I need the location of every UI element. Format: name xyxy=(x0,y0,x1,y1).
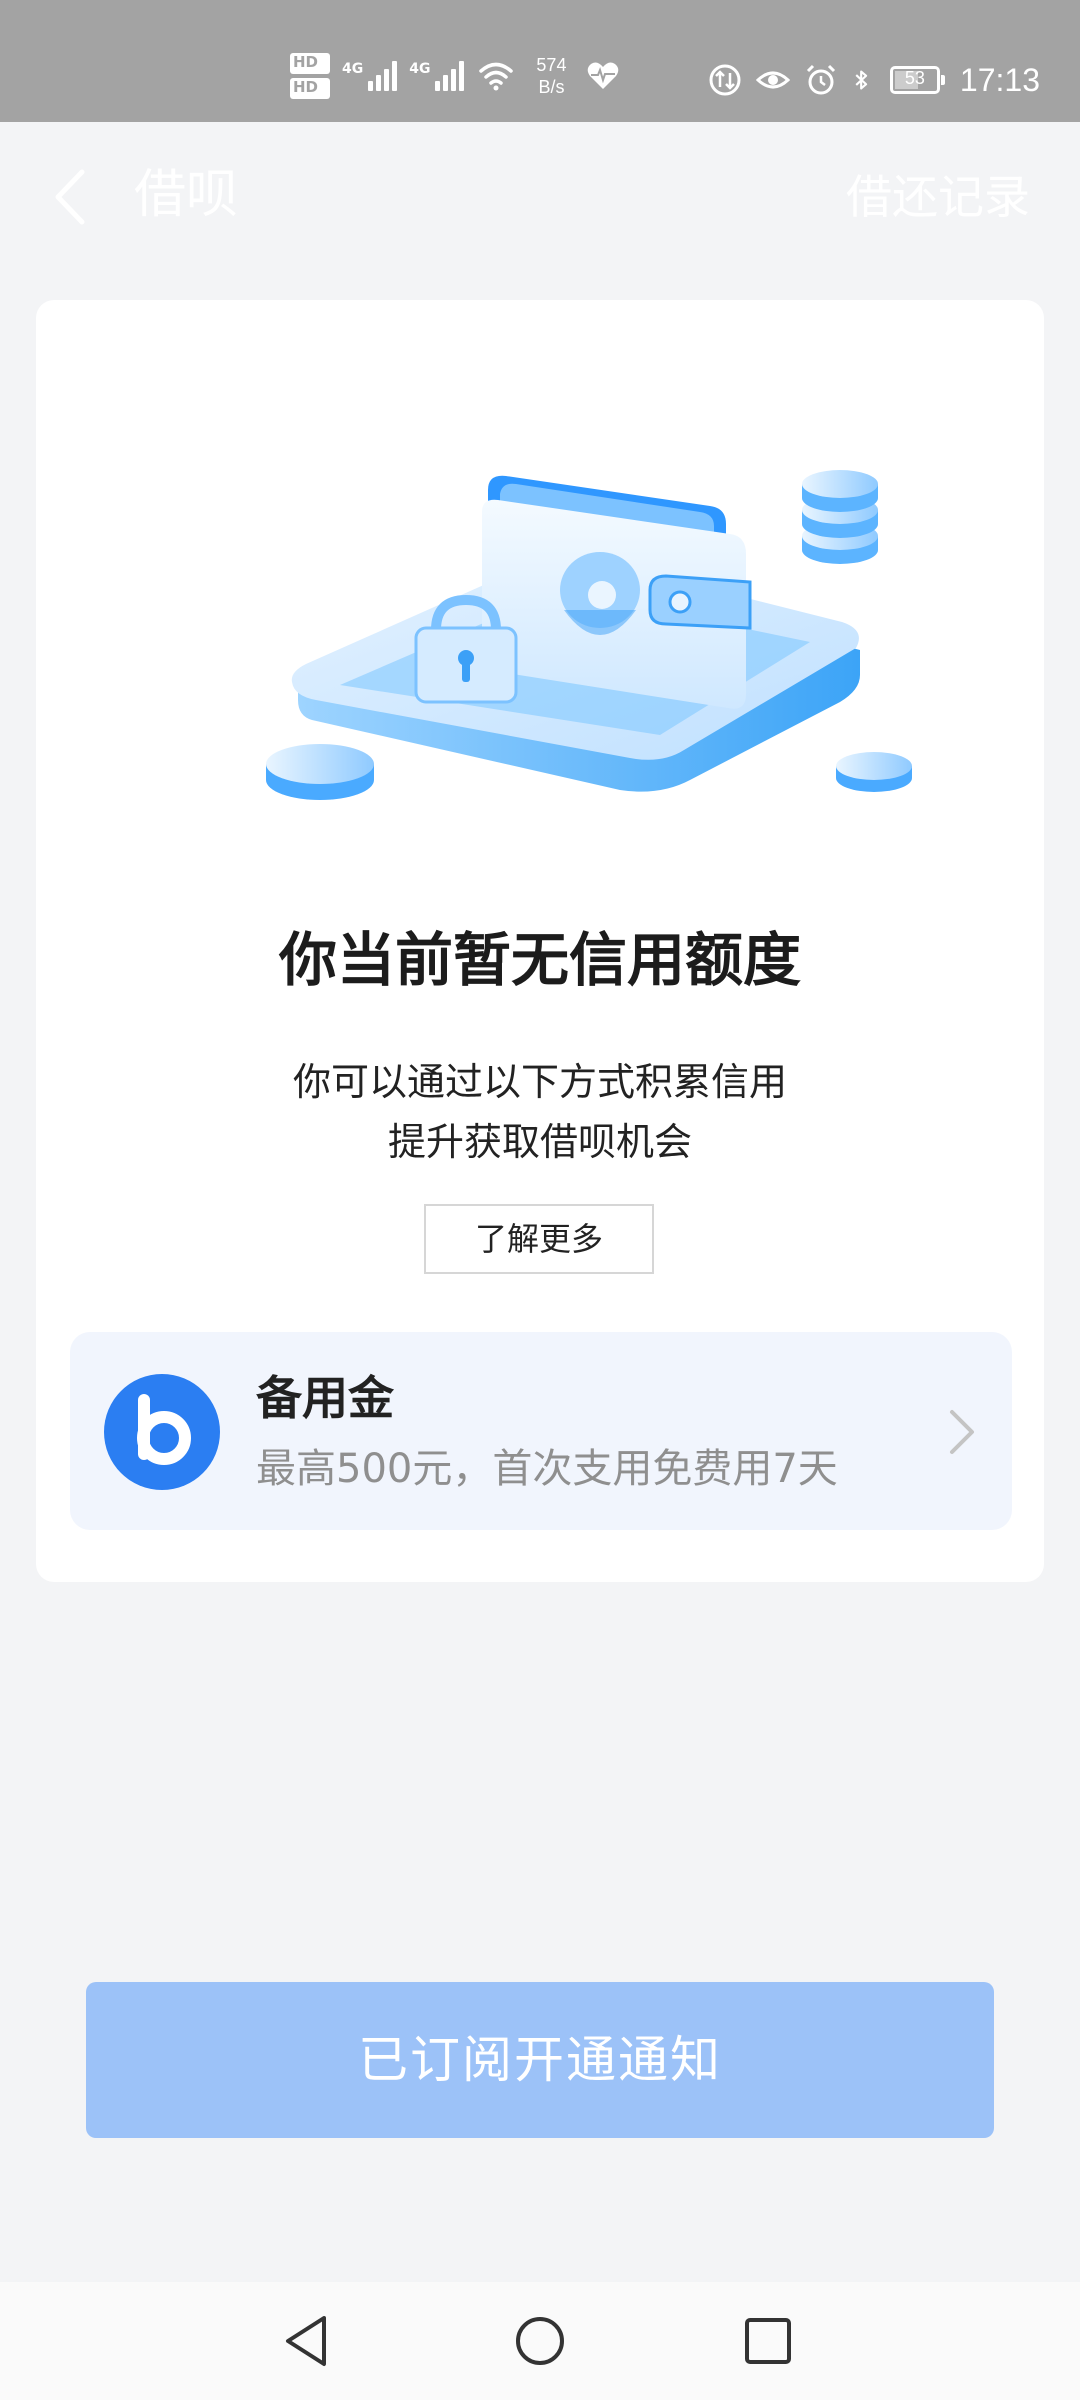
status-right-group: 53 17:13 xyxy=(708,56,1040,104)
chevron-left-icon xyxy=(55,169,85,225)
reserve-fund-b-icon xyxy=(137,1394,191,1465)
health-heart-icon xyxy=(588,62,619,89)
alarm-icon xyxy=(806,64,835,95)
signal-icon-sim2: 4G xyxy=(409,61,465,91)
wifi-icon xyxy=(479,62,514,91)
nav-recents-icon[interactable] xyxy=(733,2306,803,2376)
network-speed: 574 B/s xyxy=(536,55,567,97)
bluetooth-icon xyxy=(855,70,868,90)
nav-back-icon[interactable] xyxy=(272,2306,342,2376)
wallet-illustration xyxy=(266,470,912,800)
status-bar: HD 1 HD 2 4G 4G 574 B/s 53 17:13 xyxy=(0,0,1080,122)
chevron-right-icon xyxy=(950,1410,974,1454)
status-left-group: HD 1 HD 2 4G 4G 574 B/s xyxy=(290,44,620,108)
subscribed-notification-button[interactable]: 已订阅开通通知 xyxy=(86,1982,994,2138)
reserve-fund-subtitle: 最高500元，首次支用免费用7天 xyxy=(256,1446,838,1492)
no-credit-heading: 你当前暂无信用额度 xyxy=(278,926,801,994)
battery-icon: 53 xyxy=(889,66,945,94)
hd-indicator-1: HD 1 xyxy=(290,53,330,74)
reserve-fund-entry[interactable]: 备用金 最高500元，首次支用免费用7天 xyxy=(70,1332,1012,1530)
reserve-fund-logo xyxy=(104,1374,220,1490)
status-time: 17:13 xyxy=(959,61,1040,98)
credit-description: 你可以通过以下方式积累信用 提升获取借呗机会 xyxy=(36,1052,1044,1172)
description-line-2: 提升获取借呗机会 xyxy=(387,1120,692,1164)
data-saver-icon xyxy=(709,64,741,96)
hd-indicators: HD 1 HD 2 xyxy=(290,53,330,99)
nav-home-icon[interactable] xyxy=(505,2306,575,2376)
back-button[interactable] xyxy=(44,164,94,230)
learn-more-button[interactable]: 了解更多 xyxy=(424,1204,654,1274)
borrow-repay-records-link[interactable]: 借还记录 xyxy=(846,162,1030,232)
reserve-fund-title: 备用金 xyxy=(256,1371,394,1425)
hd-indicator-2: HD 2 xyxy=(290,78,330,99)
page-title: 借呗 xyxy=(134,165,239,225)
description-line-1: 你可以通过以下方式积累信用 xyxy=(292,1060,787,1104)
app-header: 借呗 借还记录 xyxy=(0,122,1080,272)
signal-icon-sim1: 4G xyxy=(342,61,398,91)
eye-comfort-icon xyxy=(755,71,790,89)
system-navigation-bar xyxy=(0,2282,1080,2400)
credit-status-card: 你当前暂无信用额度 你可以通过以下方式积累信用 提升获取借呗机会 了解更多 备用… xyxy=(36,300,1044,1582)
